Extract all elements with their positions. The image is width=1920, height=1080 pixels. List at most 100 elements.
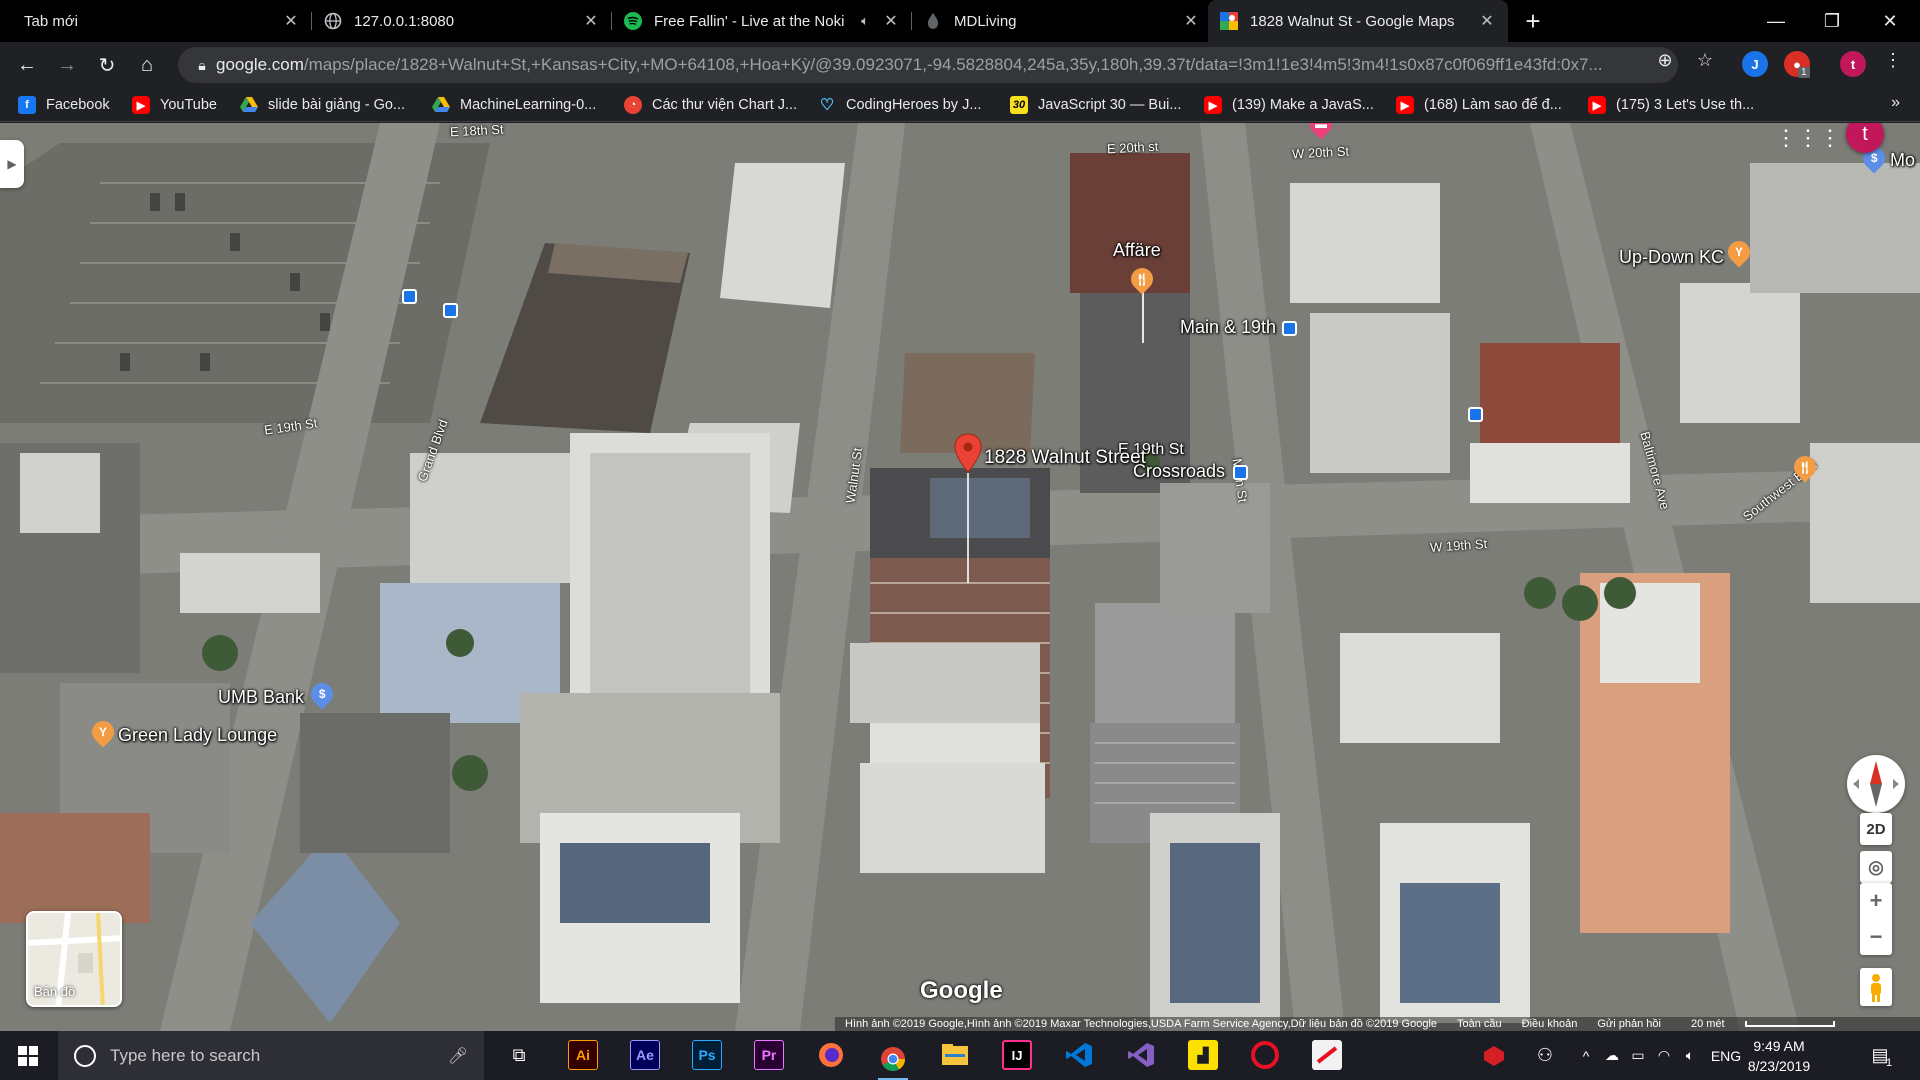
link-global[interactable]: Toàn cầu: [1457, 1018, 1502, 1030]
place-label[interactable]: 1828 Walnut Street: [984, 447, 1146, 469]
youtube-icon: ▶: [132, 96, 150, 114]
url-text[interactable]: google.com/maps/place/1828+Walnut+St,+Ka…: [216, 55, 1636, 75]
apps-grid-icon[interactable]: ⋮⋮⋮: [1775, 125, 1841, 150]
speaker-icon[interactable]: 🔈︎: [856, 12, 874, 30]
poi-label-umb-bank[interactable]: UMB Bank: [218, 687, 304, 708]
new-tab-button[interactable]: +: [1518, 6, 1548, 36]
bookmark-label: Các thư viện Chart J...: [652, 97, 798, 113]
poi-label-mo[interactable]: Mo: [1890, 150, 1915, 171]
menu-dots-icon[interactable]: ⋮: [1882, 49, 1904, 71]
reload-icon[interactable]: ↻: [92, 50, 122, 80]
vscode-icon[interactable]: [1064, 1040, 1094, 1070]
close-icon[interactable]: ✕: [282, 12, 300, 30]
scale-control[interactable]: 20 mét: [1681, 1018, 1845, 1030]
transit-icon[interactable]: [1233, 465, 1248, 480]
poi-label-crossroads[interactable]: Crossroads: [1133, 461, 1225, 482]
poi-stem: [1142, 291, 1144, 343]
chrome-icon[interactable]: [878, 1040, 908, 1080]
tab-title: Tab mới: [24, 12, 79, 30]
close-icon[interactable]: ✕: [582, 12, 600, 30]
compass-icon[interactable]: [1847, 755, 1905, 813]
bookmark-yt-139[interactable]: ▶ (139) Make a JavaS...: [1204, 94, 1374, 116]
tab-google-maps[interactable]: 1828 Walnut St - Google Maps ✕: [1208, 0, 1508, 42]
visual-studio-icon[interactable]: [1126, 1040, 1156, 1070]
my-location-icon[interactable]: ◎: [1860, 851, 1892, 883]
wifi-icon[interactable]: ◠: [1652, 1031, 1676, 1080]
pegman-icon[interactable]: [1860, 968, 1892, 1006]
photoshop-icon[interactable]: Ps: [692, 1040, 722, 1070]
poi-label-green-lady-lounge[interactable]: Green Lady Lounge: [118, 725, 277, 746]
close-icon[interactable]: ✕: [882, 12, 900, 30]
close-icon[interactable]: ✕: [1182, 12, 1200, 30]
poi-label-updown[interactable]: Up-Down KC: [1619, 247, 1724, 268]
premiere-icon[interactable]: Pr: [754, 1040, 784, 1070]
tilt-2d-button[interactable]: 2D: [1860, 813, 1892, 845]
poi-label-main-19th[interactable]: Main & 19th: [1180, 317, 1276, 338]
tab-mdliving[interactable]: MDLiving ✕: [912, 0, 1212, 42]
youtube-icon: ▶: [1204, 96, 1222, 114]
spotify-icon: [624, 12, 642, 30]
star-icon[interactable]: ☆: [1694, 49, 1716, 71]
bookmark-label: CodingHeroes by J...: [846, 97, 982, 113]
home-icon[interactable]: ⌂: [132, 50, 162, 80]
address-bar[interactable]: 🔒︎ google.com/maps/place/1828+Walnut+St,…: [178, 47, 1678, 83]
bookmark-yt-175[interactable]: ▶ (175) 3 Let's Use th...: [1588, 94, 1754, 116]
profile-avatar[interactable]: t: [1840, 51, 1866, 77]
back-icon[interactable]: ←: [12, 50, 42, 80]
jetbrains-icon[interactable]: IJ: [1002, 1040, 1032, 1070]
app-white-icon[interactable]: [1312, 1040, 1342, 1070]
bookmark-yt-168[interactable]: ▶ (168) Làm sao để đ...: [1396, 94, 1562, 116]
chevron-right-icon[interactable]: »: [1891, 94, 1900, 112]
link-terms[interactable]: Điều khoản: [1522, 1018, 1578, 1030]
clock[interactable]: 9:49 AM 8/23/2019: [1734, 1036, 1824, 1076]
map-layer-toggle[interactable]: Bản đồ: [26, 911, 122, 1007]
bookmark-chartjs[interactable]: ◔ Các thư viện Chart J...: [624, 94, 797, 116]
transit-icon[interactable]: [443, 303, 458, 318]
microphone-icon[interactable]: 🎤︎: [448, 1046, 468, 1066]
google-logo: Google: [920, 977, 1003, 1004]
tab-new-tab[interactable]: Tab mới ✕: [12, 0, 312, 42]
transit-icon[interactable]: [1282, 321, 1297, 336]
illustrator-icon[interactable]: Ai: [568, 1040, 598, 1070]
taskbar-search[interactable]: Type here to search 🎤︎: [58, 1031, 484, 1080]
app-red-icon[interactable]: [1250, 1040, 1280, 1070]
bookmark-facebook[interactable]: f Facebook: [18, 94, 110, 116]
bookmark-ml[interactable]: MachineLearning-0...: [432, 94, 596, 116]
forward-icon[interactable]: →: [52, 50, 82, 80]
onedrive-icon[interactable]: ☁: [1600, 1031, 1624, 1080]
transit-icon[interactable]: [1468, 407, 1483, 422]
bookmark-slide[interactable]: slide bài giảng - Go...: [240, 94, 405, 116]
poi-label-affare[interactable]: Affäre: [1113, 240, 1161, 261]
tray-app-icon[interactable]: [1476, 1031, 1512, 1080]
place-marker-icon[interactable]: [953, 433, 983, 473]
bookmark-js30[interactable]: 30 JavaScript 30 — Bui...: [1010, 94, 1181, 116]
bookmark-label: Facebook: [46, 97, 110, 113]
notification-center-icon[interactable]: ▤: [1860, 1031, 1900, 1080]
bookmark-codingheroes[interactable]: ♡ CodingHeroes by J...: [818, 94, 982, 116]
link-feedback[interactable]: Gửi phản hồi: [1597, 1018, 1661, 1030]
after-effects-icon[interactable]: Ae: [630, 1040, 660, 1070]
sticky-notes-icon[interactable]: ▟: [1188, 1040, 1218, 1070]
restore-icon[interactable]: ❐: [1804, 0, 1860, 42]
transit-icon[interactable]: [402, 289, 417, 304]
satellite-map[interactable]: E 19th St W 19th St Grand Blvd Walnut St…: [0, 123, 1920, 1031]
zoom-out-button[interactable]: −: [1860, 919, 1892, 955]
window-close-icon[interactable]: ✕: [1862, 0, 1918, 42]
extension-j-icon[interactable]: J: [1742, 51, 1768, 77]
zoom-in-button[interactable]: +: [1860, 883, 1892, 919]
windows-start-icon[interactable]: [0, 1031, 56, 1080]
bookmark-youtube[interactable]: ▶ YouTube: [132, 94, 217, 116]
chevron-up-icon[interactable]: ^: [1576, 1031, 1596, 1080]
minimize-icon[interactable]: —: [1748, 0, 1804, 42]
tab-spotify[interactable]: Free Fallin' - Live at the Noki 🔈︎ ✕: [612, 0, 912, 42]
task-view-icon[interactable]: ⧉: [504, 1040, 534, 1070]
people-icon[interactable]: ⚇: [1528, 1031, 1562, 1080]
install-icon[interactable]: ⊕: [1654, 49, 1676, 71]
expand-side-panel-button[interactable]: ▶: [0, 140, 24, 188]
battery-icon[interactable]: ▭: [1626, 1031, 1650, 1080]
file-explorer-icon[interactable]: [940, 1040, 970, 1070]
tab-localhost[interactable]: 127.0.0.1:8080 ✕: [312, 0, 612, 42]
volume-icon[interactable]: 🔈︎: [1678, 1031, 1702, 1080]
close-icon[interactable]: ✕: [1478, 12, 1496, 30]
firefox-icon[interactable]: [816, 1040, 846, 1070]
